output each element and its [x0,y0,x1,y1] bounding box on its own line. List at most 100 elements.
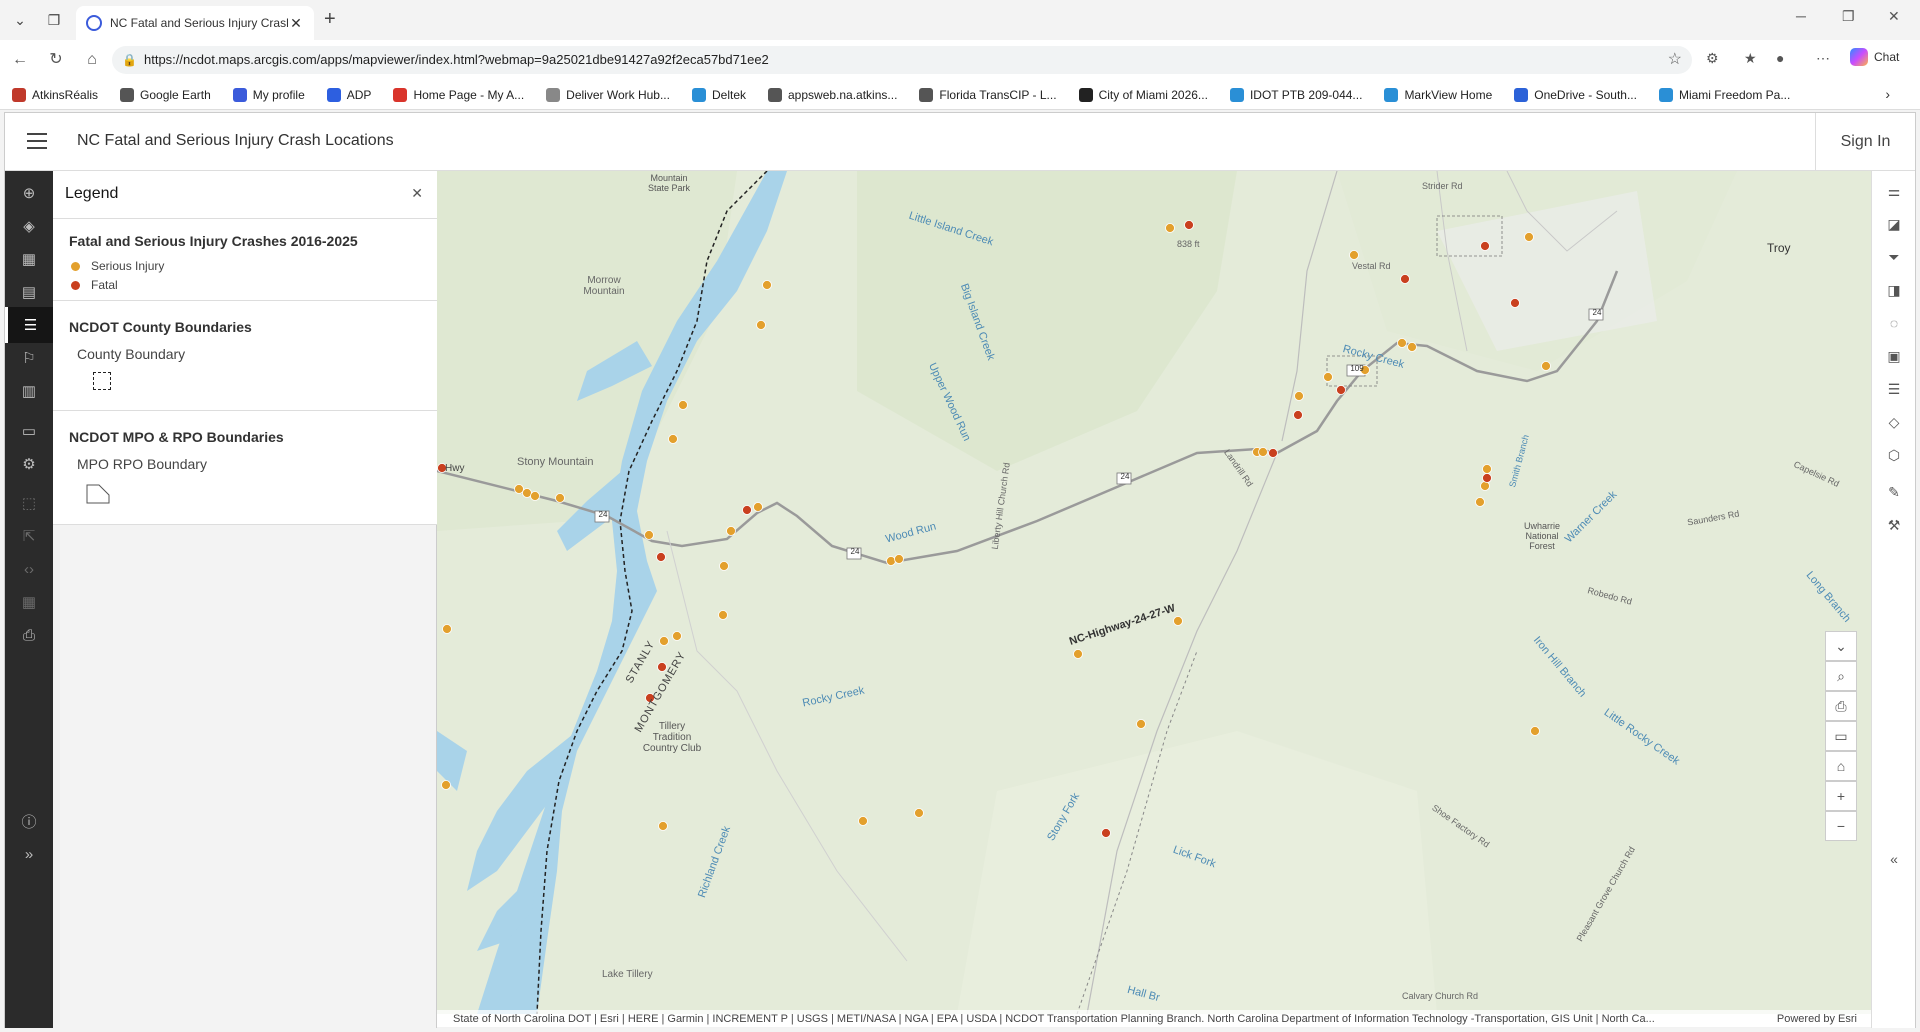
collapse-panel-icon[interactable]: « [1872,843,1916,875]
serious-injury-crash-point[interactable] [753,502,763,512]
create-app-icon[interactable]: ▦ [5,584,53,620]
serious-injury-crash-point[interactable] [1482,464,1492,474]
serious-injury-crash-point[interactable] [1136,719,1146,729]
serious-injury-crash-point[interactable] [762,280,772,290]
serious-injury-crash-point[interactable] [1258,447,1268,457]
bookmark-item[interactable]: OneDrive - South... [1514,87,1637,102]
serious-injury-crash-point[interactable] [668,434,678,444]
bookmark-item[interactable]: Deltek [691,87,746,102]
present-icon[interactable]: ▭ [1825,721,1857,751]
layers-icon[interactable]: ◈ [5,208,53,244]
powered-by-esri-link[interactable]: Powered by Esri [1777,1010,1857,1028]
menu-icon[interactable] [27,133,47,149]
serious-injury-crash-point[interactable] [555,493,565,503]
print-map-icon[interactable]: ⎙ [1825,691,1857,721]
bookmark-item[interactable]: Home Page - My A... [393,87,524,102]
map-properties-icon[interactable]: ▭ [5,413,53,449]
info-icon[interactable]: ⓘ [5,803,53,839]
fields-icon[interactable]: ▣ [1872,340,1916,372]
profile-avatar-icon[interactable]: ● [1776,50,1784,66]
more-icon[interactable]: ⋯ [1816,50,1830,67]
collapse-controls-icon[interactable]: ⌄ [1825,631,1857,661]
zoom-out-icon[interactable]: − [1825,811,1857,841]
extensions-icon[interactable]: ⚙ [1706,50,1719,67]
fatal-crash-point[interactable] [1184,220,1194,230]
fatal-crash-point[interactable] [1336,385,1346,395]
serious-injury-crash-point[interactable] [678,400,688,410]
home-extent-icon[interactable]: ⌂ [1825,751,1857,781]
fatal-crash-point[interactable] [1268,448,1278,458]
bookmark-item[interactable]: Florida TransCIP - L... [919,87,1057,102]
copilot-chat-button[interactable]: Chat [1850,48,1899,66]
serious-injury-crash-point[interactable] [1524,232,1534,242]
pop-ups-icon[interactable]: ◌ [1872,307,1916,339]
serious-injury-crash-point[interactable] [1397,338,1407,348]
bookmarks-icon[interactable]: ⚐ [5,340,53,376]
serious-injury-crash-point[interactable] [1530,726,1540,736]
legend-icon[interactable]: ☰ [5,307,53,343]
aggregation-icon[interactable]: ⬡ [1872,439,1916,471]
serious-injury-crash-point[interactable] [1475,497,1485,507]
serious-injury-crash-point[interactable] [442,624,452,634]
sign-in-button[interactable]: Sign In [1815,113,1915,171]
bookmark-item[interactable]: Google Earth [120,87,211,102]
bookmark-item[interactable]: Deliver Work Hub... [546,87,670,102]
close-tab-icon[interactable]: ✕ [288,15,304,32]
close-window-icon[interactable]: ✕ [1888,8,1900,25]
labels-icon[interactable]: ☰ [1872,373,1916,405]
home-icon[interactable]: ⌂ [80,48,104,72]
bookmark-item[interactable]: Miami Freedom Pa... [1658,87,1790,102]
expand-icon[interactable]: » [5,836,53,872]
serious-injury-crash-point[interactable] [1173,616,1183,626]
charts-icon[interactable]: ▥ [5,373,53,409]
back-icon[interactable]: ← [8,48,32,72]
tables-icon[interactable]: ▦ [5,241,53,277]
serious-injury-crash-point[interactable] [1323,372,1333,382]
fatal-crash-point[interactable] [656,552,666,562]
bookmark-item[interactable]: MarkView Home [1384,87,1492,102]
bookmark-item[interactable]: appsweb.na.atkins... [768,87,897,102]
serious-injury-crash-point[interactable] [530,491,540,501]
basemap-icon[interactable]: ▤ [5,274,53,310]
site-info-icon[interactable]: 🔒 [122,46,137,74]
serious-injury-crash-point[interactable] [1480,481,1490,491]
serious-injury-crash-point[interactable] [1165,223,1175,233]
url-field[interactable]: 🔒 https://ncdot.maps.arcgis.com/apps/map… [112,46,1692,74]
serious-injury-crash-point[interactable] [1407,342,1417,352]
fatal-crash-point[interactable] [1482,473,1492,483]
more-bookmarks-icon[interactable]: › [1885,86,1890,102]
bookmark-item[interactable]: My profile [232,87,305,102]
serious-injury-crash-point[interactable] [886,556,896,566]
close-panel-icon[interactable]: ✕ [411,185,423,202]
serious-injury-crash-point[interactable] [659,636,669,646]
serious-injury-crash-point[interactable] [1294,391,1304,401]
serious-injury-crash-point[interactable] [858,816,868,826]
map-view[interactable]: Mountain State Park Morrow Mountain Ston… [437,171,1871,1014]
styles-icon[interactable]: ◪ [1872,208,1916,240]
forms-icon[interactable]: ◇ [1872,406,1916,438]
add-layer-icon[interactable]: ⊕ [5,175,53,211]
zoom-in-icon[interactable]: + [1825,781,1857,811]
serious-injury-crash-point[interactable] [894,554,904,564]
bookmark-item[interactable]: IDOT PTB 209-044... [1229,87,1362,102]
serious-injury-crash-point[interactable] [726,526,736,536]
sketch-icon[interactable]: ✎ [1872,476,1916,508]
serious-injury-crash-point[interactable] [644,530,654,540]
workspaces-icon[interactable]: ❐ [42,8,66,32]
fatal-crash-point[interactable] [1510,298,1520,308]
fatal-crash-point[interactable] [1293,410,1303,420]
embed-icon[interactable]: ‹› [5,551,53,587]
serious-injury-crash-point[interactable] [756,320,766,330]
fatal-crash-point[interactable] [1400,274,1410,284]
minimize-icon[interactable]: ─ [1796,8,1806,24]
fatal-crash-point[interactable] [742,505,752,515]
restore-icon[interactable]: ❐ [1842,8,1855,25]
serious-injury-crash-point[interactable] [1073,649,1083,659]
serious-injury-crash-point[interactable] [719,561,729,571]
serious-injury-crash-point[interactable] [718,610,728,620]
filter-icon[interactable]: ⏷ [1872,241,1916,273]
effects-icon[interactable]: ◨ [1872,274,1916,306]
configure-icon[interactable]: ⚒ [1872,509,1916,541]
share-icon[interactable]: ⇱ [5,518,53,554]
search-icon[interactable]: ⌕ [1825,661,1857,691]
